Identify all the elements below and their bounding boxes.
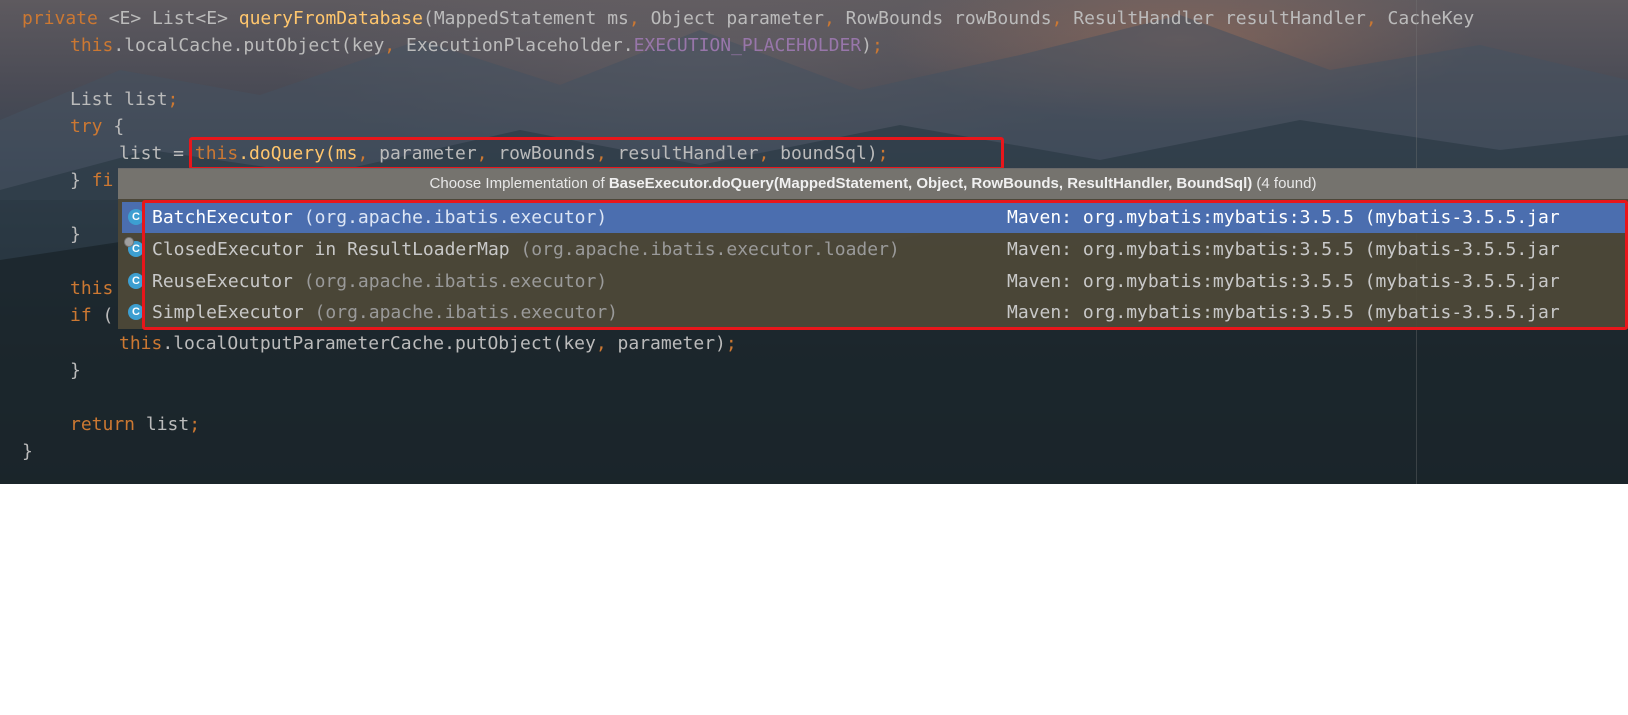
- code-line-10: this.localOutputParameterCache.putObject…: [119, 333, 737, 354]
- code-line-8: this: [70, 278, 114, 299]
- highlight-doquery-call: [189, 137, 1004, 170]
- code-line-2: this.localCache.putObject(key, Execution…: [70, 35, 883, 56]
- highlight-implementation-list: [142, 200, 1628, 330]
- code-line-6: } fi: [70, 170, 114, 191]
- code-line-7: }: [70, 224, 81, 245]
- code-line-11: }: [70, 360, 81, 381]
- code-line-4: try {: [70, 116, 125, 137]
- code-line-9: if (: [70, 305, 114, 326]
- code-line-3: List list;: [70, 89, 179, 110]
- code-line-1: private <E> List<E> queryFromDatabase(Ma…: [22, 8, 1475, 29]
- code-line-13: }: [22, 441, 33, 462]
- popup-header: Choose Implementation of BaseExecutor.do…: [118, 169, 1628, 199]
- code-line-12: return list;: [70, 414, 201, 435]
